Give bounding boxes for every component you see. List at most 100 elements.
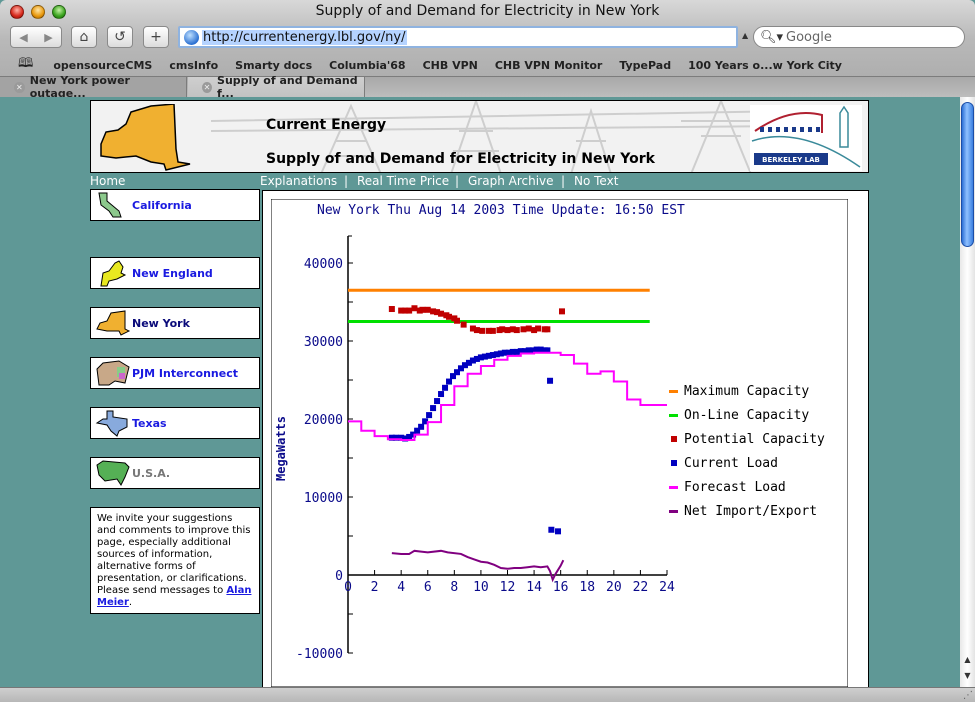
potential-capacity-point xyxy=(460,321,467,328)
feedback-note: We invite your suggestions and comments … xyxy=(90,507,260,614)
x-tick-label: 20 xyxy=(606,580,622,595)
sidebar-item-texas[interactable]: Texas xyxy=(90,407,260,439)
current-load-point xyxy=(548,526,555,533)
x-tick-label: 24 xyxy=(659,580,675,595)
feedback-end: . xyxy=(128,597,133,608)
sidebar-item-label: New England xyxy=(132,266,213,280)
sidebar-item-california[interactable]: California xyxy=(90,189,260,221)
new-england-map-icon xyxy=(100,260,127,287)
y-tick-label: 40000 xyxy=(304,257,343,272)
y-tick-label: 10000 xyxy=(304,491,343,506)
texas-map-icon xyxy=(95,410,128,437)
potential-capacity-point xyxy=(438,310,445,317)
y-tick-label: 30000 xyxy=(304,335,343,350)
x-tick-label: 18 xyxy=(579,580,595,595)
browser-window: Supply of and Demand for Electricity in … xyxy=(0,0,975,702)
legend-label: Forecast Load xyxy=(684,480,786,495)
x-tick-label: 6 xyxy=(424,580,432,595)
legend-marker xyxy=(669,486,678,489)
new-york-map-icon xyxy=(96,310,131,336)
potential-capacity-point xyxy=(411,305,418,312)
sidebar-item-label: New York xyxy=(132,316,190,330)
banner-subtitle: Supply of and Demand for Electricity in … xyxy=(266,151,655,167)
bookmark-item[interactable]: Columbia'68 xyxy=(329,59,405,72)
window-title: Supply of and Demand for Electricity in … xyxy=(315,3,660,19)
back-forward-buttons[interactable]: ◀ ▶ xyxy=(10,26,62,48)
x-tick-label: 22 xyxy=(633,580,649,595)
status-bar: ⋰ xyxy=(0,687,975,702)
menu-separator: | xyxy=(344,174,349,188)
tab-supply-and-demand[interactable]: ✕ Supply of and Demand f... xyxy=(188,74,365,100)
menu-separator: | xyxy=(455,174,460,188)
search-field[interactable]: 🔍︎▾ Google xyxy=(753,26,965,48)
bookmark-item[interactable]: CHB VPN xyxy=(423,59,478,72)
bookmark-item[interactable]: TypePad xyxy=(619,59,671,72)
potential-capacity-point xyxy=(504,327,511,334)
bookmark-item[interactable]: cmsInfo xyxy=(169,59,218,72)
feedback-text: We invite your suggestions and comments … xyxy=(97,513,251,596)
tab-new-york-power-outage[interactable]: ✕ New York power outage... xyxy=(0,74,187,100)
bookmark-item[interactable]: opensourceCMS xyxy=(53,59,152,72)
scroll-down-arrow-icon[interactable]: ▼ xyxy=(960,669,975,683)
y-tick-label: -10000 xyxy=(296,647,343,662)
logo-text: BERKELEY LAB xyxy=(762,156,820,164)
current-load-point xyxy=(430,405,437,412)
menu-explanations-link[interactable]: Explanations xyxy=(260,174,337,188)
sidebar-item-usa[interactable]: U.S.A. xyxy=(90,457,260,489)
close-tab-icon[interactable]: ✕ xyxy=(14,81,25,93)
menu-real-time-price-link[interactable]: Real Time Price xyxy=(357,174,449,188)
legend-label: Current Load xyxy=(684,456,778,471)
bookmark-item[interactable]: 100 Years o...w York City xyxy=(688,59,842,72)
potential-capacity-point xyxy=(388,306,395,313)
bookmark-item[interactable]: Smarty docs xyxy=(235,59,312,72)
add-bookmark-button[interactable]: + xyxy=(143,26,169,48)
potential-capacity-point xyxy=(473,327,480,334)
bookmark-item[interactable]: CHB VPN Monitor xyxy=(495,59,602,72)
potential-capacity-point xyxy=(499,326,506,333)
reload-button[interactable]: ↺ xyxy=(107,26,133,48)
sidebar-item-label: PJM Interconnect xyxy=(132,366,238,380)
browser-chrome: Supply of and Demand for Electricity in … xyxy=(0,0,975,100)
current-load-point xyxy=(438,391,445,398)
url-dropdown-icon[interactable]: ▲ xyxy=(742,31,748,40)
sidebar-item-pjm-interconnect[interactable]: PJM Interconnect xyxy=(90,357,260,389)
site-banner: Current Energy Supply of and Demand for … xyxy=(90,100,869,173)
y-axis-label: MegaWatts xyxy=(274,416,288,481)
sidebar-item-new-england[interactable]: New England xyxy=(90,257,260,289)
home-icon: ⌂ xyxy=(79,29,89,45)
x-tick-label: 2 xyxy=(371,580,379,595)
current-load-point xyxy=(547,377,554,384)
forward-arrow-icon[interactable]: ▶ xyxy=(36,31,61,44)
legend-marker xyxy=(669,510,678,513)
resize-grip-icon[interactable]: ⋰ xyxy=(963,690,973,701)
current-load-point xyxy=(446,378,453,385)
legend-label: Potential Capacity xyxy=(684,432,825,447)
x-tick-label: 4 xyxy=(397,580,405,595)
sidebar-item-label: U.S.A. xyxy=(132,466,171,480)
chart-title: New York Thu Aug 14 2003 Time Update: 16… xyxy=(317,203,685,218)
current-load-point xyxy=(442,384,449,391)
url-text[interactable]: http://currentenergy.lbl.gov/ny/ xyxy=(202,29,407,45)
menu-graph-archive-link[interactable]: Graph Archive xyxy=(468,174,554,188)
vertical-scrollbar[interactable]: ▲ ▼ xyxy=(960,97,975,687)
scrollbar-thumb[interactable] xyxy=(961,102,974,247)
potential-capacity-point xyxy=(424,306,431,313)
reload-icon: ↺ xyxy=(114,29,126,45)
back-arrow-icon[interactable]: ◀ xyxy=(11,31,36,44)
menu-home-link[interactable]: Home xyxy=(90,174,125,188)
address-bar[interactable]: http://currentenergy.lbl.gov/ny/ xyxy=(178,26,738,48)
california-map-icon xyxy=(98,192,122,218)
bookmarks-bar: 🕮 opensourceCMS cmsInfo Smarty docs Colu… xyxy=(0,55,975,75)
scroll-up-arrow-icon[interactable]: ▲ xyxy=(960,653,975,667)
book-icon[interactable]: 🕮 xyxy=(18,54,33,76)
berkeley-lab-logo[interactable]: BERKELEY LAB xyxy=(750,105,862,171)
plus-icon: + xyxy=(150,29,162,45)
close-tab-icon[interactable]: ✕ xyxy=(202,81,213,93)
usa-map-icon xyxy=(96,460,130,486)
sidebar-item-new-york[interactable]: New York xyxy=(90,307,260,339)
search-placeholder: Google xyxy=(786,29,832,45)
potential-capacity-point xyxy=(453,317,460,324)
menu-no-text-link[interactable]: No Text xyxy=(574,174,618,188)
magnifier-icon[interactable]: 🔍︎▾ xyxy=(760,30,783,45)
home-button[interactable]: ⌂ xyxy=(71,26,97,48)
